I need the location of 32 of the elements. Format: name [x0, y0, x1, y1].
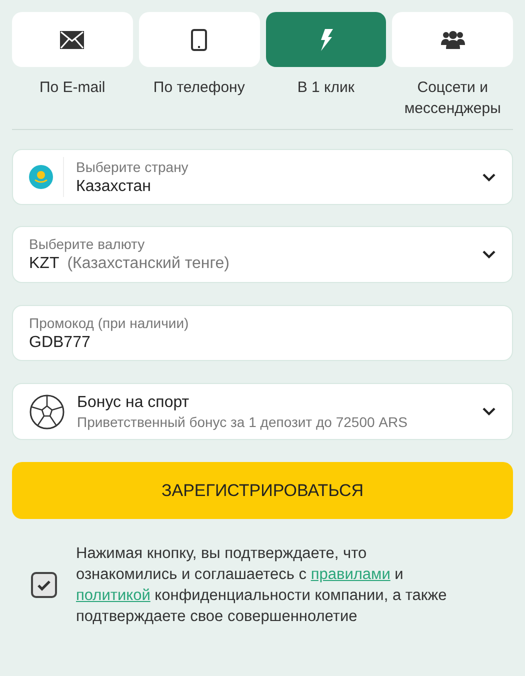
consent-text: Нажимая кнопку, вы подтверждаете, что ознакомились и соглашаетесь с правилами и политикой конфиденциальности компании, а также подтверждаете свое совершеннолетие: [76, 544, 448, 627]
chevron-down-icon: [482, 172, 496, 182]
tab-label: По E-mail: [39, 78, 106, 98]
tab-button[interactable]: [12, 12, 133, 67]
lightning-icon: [318, 28, 333, 50]
field-value: GDB777: [29, 332, 92, 352]
field-label: Выберите валюту: [29, 235, 146, 253]
chevron-down-icon: [482, 250, 496, 259]
tab-label: Соцсети и мессенджеры: [403, 78, 502, 119]
bonus-title: Бонус на спорт: [77, 392, 190, 412]
currency-code: KZT: [29, 254, 60, 274]
tab-label: По телефону: [153, 78, 245, 98]
envelope-icon: [60, 30, 84, 48]
tab-button[interactable]: [392, 12, 513, 67]
promo-code-field[interactable]: Промокод (при наличии) GDB777: [12, 305, 513, 361]
field-label: Выберите страну: [76, 158, 190, 176]
country-select[interactable]: Выберите страну Казахстан: [12, 149, 513, 205]
bonus-description: Приветственный бонус за 1 депозит до 72500 ARS: [77, 412, 408, 432]
field-label: Промокод (при наличии): [29, 314, 190, 332]
chevron-down-icon: [482, 407, 496, 416]
consent-checkbox[interactable]: [31, 572, 57, 598]
soccer-ball-icon: [29, 394, 65, 430]
currency-select[interactable]: Выберите валюту KZT (Казахстанский тенге): [12, 226, 513, 283]
people-icon: [440, 30, 465, 50]
phone-icon: [191, 28, 208, 50]
tab-label: В 1 клик: [297, 78, 354, 98]
bonus-select[interactable]: Бонус на спорт Приветственный бонус за 1 депозит до 72500 ARS: [12, 383, 513, 440]
register-button[interactable]: ЗАРЕГИСТРИРОВАТЬСЯ: [12, 462, 513, 519]
flag-icon: [29, 165, 53, 189]
currency-name: (Казахстанский тенге): [67, 254, 230, 274]
checkmark-icon: [37, 580, 51, 590]
field-value: Казахстан: [76, 176, 152, 196]
